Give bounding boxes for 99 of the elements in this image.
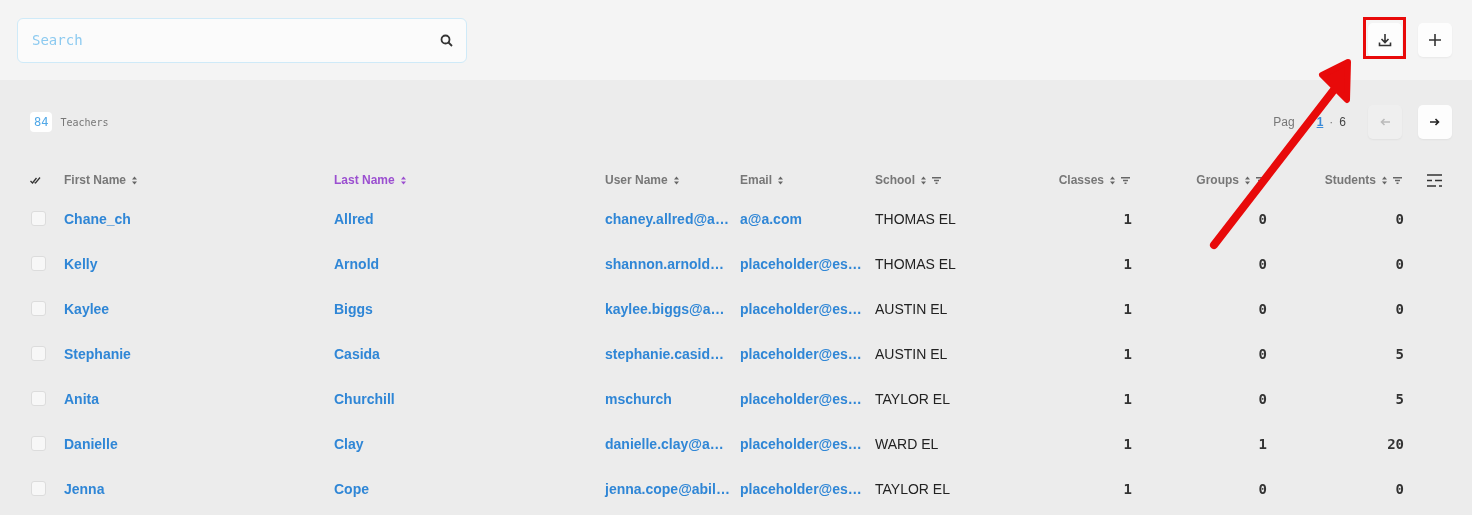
cell-link[interactable]: placeholder@es…	[740, 435, 862, 452]
column-header[interactable]: Email	[740, 173, 772, 187]
table-cell: THOMAS EL	[875, 210, 956, 227]
column-header[interactable]: Groups	[1196, 173, 1239, 187]
cell-link[interactable]: chaney.allred@a…	[605, 210, 729, 227]
column-header[interactable]: Classes	[1058, 173, 1104, 187]
row-checkbox[interactable]	[31, 436, 46, 451]
row-checkbox[interactable]	[31, 256, 46, 271]
cell-link[interactable]: Anita	[64, 390, 99, 407]
cell-link[interactable]: placeholder@es…	[740, 390, 862, 407]
count-label: Teachers	[60, 116, 109, 128]
table-cell: 0	[1258, 390, 1267, 407]
sort-icon[interactable]	[1382, 175, 1387, 185]
table-cell: TAYLOR EL	[875, 480, 950, 497]
sort-icon[interactable]	[400, 175, 406, 185]
table-cell: 0	[1395, 210, 1404, 227]
table-cell: 0	[1395, 300, 1404, 317]
table-cell: 1	[1123, 210, 1132, 227]
cell-link[interactable]: Danielle	[64, 435, 118, 452]
cell-link[interactable]: placeholder@es…	[740, 300, 862, 317]
column-header[interactable]: Students	[1324, 173, 1376, 187]
table-cell: AUSTIN EL	[875, 300, 948, 317]
table-cell: 0	[1258, 210, 1267, 227]
left-arrow-icon	[1380, 118, 1390, 126]
page-separator: ·	[1329, 115, 1334, 129]
table-cell: THOMAS EL	[875, 255, 956, 272]
row-checkbox[interactable]	[31, 391, 46, 406]
page-total: 6	[1339, 115, 1346, 129]
table-cell: 0	[1258, 480, 1267, 497]
column-header[interactable]: User Name	[605, 173, 668, 187]
table-cell: 1	[1123, 255, 1132, 272]
cell-link[interactable]: Kaylee	[64, 300, 110, 317]
cell-link[interactable]: danielle.clay@a…	[605, 435, 724, 452]
sort-icon[interactable]	[132, 175, 138, 185]
count-badge: 84	[30, 112, 53, 132]
download-button[interactable]	[1368, 23, 1402, 57]
cell-link[interactable]: placeholder@es…	[740, 255, 862, 272]
row-checkbox[interactable]	[31, 301, 46, 316]
column-header[interactable]: School	[875, 173, 915, 187]
cell-link[interactable]: Churchill	[334, 390, 395, 407]
table-cell: 0	[1395, 480, 1404, 497]
cell-link[interactable]: shannon.arnold…	[605, 255, 724, 272]
row-checkbox[interactable]	[31, 346, 46, 361]
download-icon	[1378, 33, 1392, 47]
cell-link[interactable]: Clay	[334, 435, 364, 452]
sort-icon[interactable]	[921, 175, 926, 185]
search-field[interactable]: Search	[17, 17, 467, 63]
filter-icon[interactable]	[1393, 176, 1402, 184]
cell-link[interactable]: Cope	[334, 480, 369, 497]
double-check-icon[interactable]	[30, 176, 41, 184]
column-settings-icon[interactable]	[1427, 173, 1442, 187]
table-cell: 5	[1395, 390, 1404, 407]
cell-link[interactable]: Chane_ch	[64, 210, 131, 227]
table-cell: 5	[1395, 345, 1404, 362]
cell-link[interactable]: jenna.cope@abil…	[605, 480, 730, 497]
table-cell: 0	[1258, 345, 1267, 362]
sort-icon[interactable]	[1245, 175, 1250, 185]
column-header[interactable]: Last Name	[334, 173, 395, 187]
cell-link[interactable]: Stephanie	[64, 345, 131, 362]
right-arrow-icon	[1430, 118, 1440, 126]
cell-link[interactable]: Jenna	[64, 480, 105, 497]
filter-icon[interactable]	[932, 176, 941, 184]
cell-link[interactable]: Arnold	[334, 255, 380, 272]
table-cell: TAYLOR EL	[875, 390, 950, 407]
add-button[interactable]	[1418, 23, 1452, 57]
cell-link[interactable]: mschurch	[605, 390, 672, 407]
cell-link[interactable]: placeholder@es…	[740, 480, 862, 497]
cell-link[interactable]: stephanie.casid…	[605, 345, 725, 362]
cell-link[interactable]: kaylee.biggs@a…	[605, 300, 725, 317]
cell-link[interactable]: placeholder@es…	[740, 345, 862, 362]
table-cell: 0	[1258, 300, 1267, 317]
table-cell: 1	[1123, 390, 1132, 407]
sort-icon[interactable]	[778, 175, 783, 185]
sort-icon[interactable]	[1110, 175, 1115, 185]
next-page-button[interactable]	[1418, 105, 1452, 139]
table-cell: AUSTIN EL	[875, 345, 948, 362]
cell-link[interactable]: Casida	[334, 345, 380, 362]
table-cell: 1	[1123, 480, 1132, 497]
plus-icon	[1429, 34, 1441, 46]
table-cell: 1	[1123, 435, 1132, 452]
page-label: Pag	[1273, 115, 1295, 129]
column-header[interactable]: First Name	[64, 173, 127, 187]
cell-link[interactable]: a@a.com	[740, 210, 802, 227]
filter-icon[interactable]	[1121, 176, 1130, 184]
current-page[interactable]: 1	[1316, 115, 1324, 129]
table-cell: WARD EL	[875, 435, 939, 452]
cell-link[interactable]: Allred	[334, 210, 374, 227]
row-checkbox[interactable]	[31, 211, 46, 226]
sort-icon[interactable]	[673, 175, 679, 185]
table-cell: 1	[1123, 345, 1132, 362]
search-icon	[440, 33, 453, 47]
row-checkbox[interactable]	[31, 481, 46, 496]
table-cell: 1	[1258, 435, 1267, 452]
table-cell: 1	[1123, 300, 1132, 317]
table-cell: 20	[1387, 435, 1404, 452]
cell-link[interactable]: Kelly	[64, 255, 98, 272]
table-cell: 0	[1258, 255, 1267, 272]
table-cell: 0	[1395, 255, 1404, 272]
cell-link[interactable]: Biggs	[334, 300, 373, 317]
